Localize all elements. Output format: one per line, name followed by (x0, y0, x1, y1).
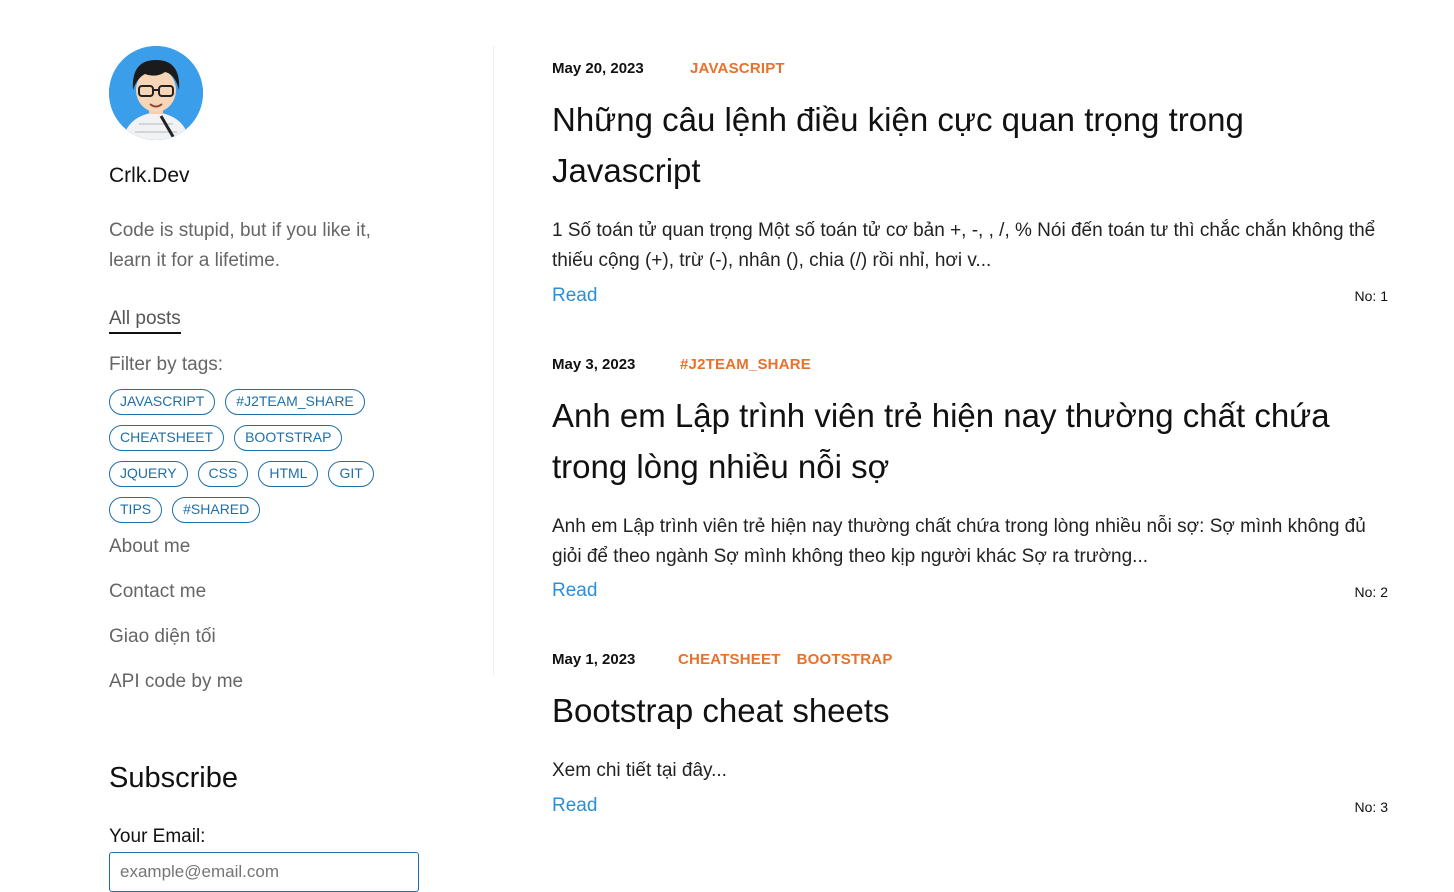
subscribe-heading: Subscribe (109, 762, 238, 794)
email-field[interactable] (109, 852, 419, 892)
tag-filter-git[interactable]: GIT (328, 461, 374, 487)
post-card: May 1, 2023 CHEATSHEET BOOTSTRAP Bootstr… (552, 651, 1388, 816)
post-tag[interactable]: CHEATSHEET (678, 651, 781, 668)
post-tag[interactable]: JAVASCRIPT (690, 60, 785, 77)
post-date: May 1, 2023 (552, 651, 636, 668)
tag-filter-cheatsheet[interactable]: CHEATSHEET (109, 425, 225, 451)
post-date: May 20, 2023 (552, 60, 644, 77)
site-brand[interactable]: Crlk.Dev (109, 164, 190, 188)
email-label: Your Email: (109, 826, 206, 847)
api-code-link[interactable]: API code by me (109, 671, 243, 693)
post-excerpt: Anh em Lập trình viên trẻ hiện nay thườn… (552, 516, 1366, 567)
post-title[interactable]: Những câu lệnh điều kiện cực quan trọng … (552, 94, 1388, 196)
post-number: No: 3 (1354, 799, 1388, 815)
contact-me-link[interactable]: Contact me (109, 581, 206, 603)
post-tags: #J2TEAM_SHARE (680, 356, 811, 373)
about-me-link[interactable]: About me (109, 536, 190, 558)
post-meta: May 20, 2023 JAVASCRIPT (552, 60, 1388, 80)
read-more-link[interactable]: Read (552, 285, 597, 307)
post-title[interactable]: Anh em Lập trình viên trẻ hiện nay thườn… (552, 390, 1388, 492)
sidebar: Crlk.Dev Code is stupid, but if you like… (109, 0, 439, 892)
filter-label: Filter by tags: (109, 354, 224, 375)
tag-filter-j2team-share[interactable]: #J2TEAM_SHARE (225, 389, 365, 415)
post-tag[interactable]: BOOTSTRAP (797, 651, 893, 668)
post-card: May 20, 2023 JAVASCRIPT Những câu lệnh đ… (552, 60, 1388, 306)
post-tags: CHEATSHEET BOOTSTRAP (678, 651, 893, 668)
tag-filter-bootstrap[interactable]: BOOTSTRAP (234, 425, 343, 451)
avatar[interactable] (109, 46, 203, 140)
post-meta: May 1, 2023 CHEATSHEET BOOTSTRAP (552, 651, 1388, 671)
post-number: No: 2 (1354, 584, 1388, 600)
tag-filter-list: JAVASCRIPT #J2TEAM_SHARE CHEATSHEET BOOT… (109, 389, 429, 523)
post-number: No: 1 (1354, 288, 1388, 304)
avatar-illustration (109, 46, 203, 140)
tag-filter-css[interactable]: CSS (197, 461, 249, 487)
tag-filter-tips[interactable]: TIPS (109, 497, 163, 523)
site-tagline: Code is stupid, but if you like it, lear… (109, 220, 371, 271)
post-meta: May 3, 2023 #J2TEAM_SHARE (552, 356, 1388, 376)
dark-mode-toggle[interactable]: Giao diện tối (109, 626, 216, 648)
post-date: May 3, 2023 (552, 356, 636, 373)
read-more-link[interactable]: Read (552, 795, 597, 817)
tag-filter-html[interactable]: HTML (258, 461, 319, 487)
post-excerpt: Xem chi tiết tại đây... (552, 760, 727, 781)
post-tag[interactable]: #J2TEAM_SHARE (680, 356, 811, 373)
post-title[interactable]: Bootstrap cheat sheets (552, 685, 1388, 736)
tag-filter-jquery[interactable]: JQUERY (109, 461, 188, 487)
sidebar-divider (493, 46, 494, 676)
tag-filter-shared[interactable]: #SHARED (172, 497, 261, 523)
tag-filter-javascript[interactable]: JAVASCRIPT (109, 389, 216, 415)
read-more-link[interactable]: Read (552, 580, 597, 602)
post-card: May 3, 2023 #J2TEAM_SHARE Anh em Lập trì… (552, 356, 1388, 601)
all-posts-link[interactable]: All posts (109, 308, 181, 334)
post-excerpt: 1 Số toán tử quan trọng Một số toán tử c… (552, 220, 1376, 271)
post-tags: JAVASCRIPT (690, 60, 785, 77)
